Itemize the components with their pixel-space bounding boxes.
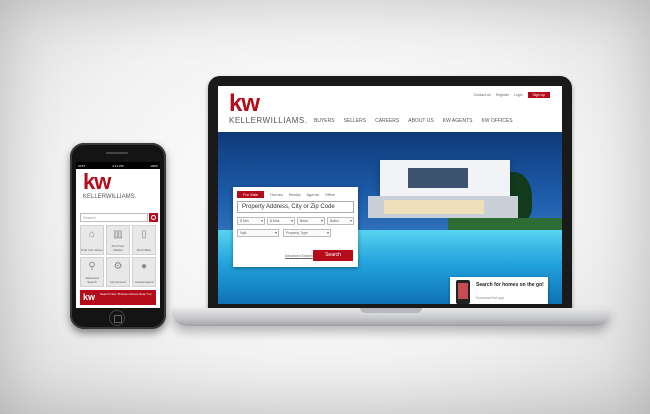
tile-label: Find Office — [136, 247, 152, 252]
tile-label: Find Your Home — [81, 247, 103, 252]
top-link-register[interactable]: Register — [496, 93, 509, 97]
mobile-app-promo[interactable]: Search for homes on the go! Download the… — [450, 277, 548, 304]
tile-find-office[interactable]: ▯ Find Office — [132, 225, 156, 255]
kw-logo[interactable]: kw — [229, 92, 260, 116]
advanced-search-link[interactable]: Advanced Search — [285, 254, 313, 258]
top-links: Contact Us Register Login Sign Up — [474, 92, 550, 98]
property-search-input[interactable]: Property Address, City or Zip Code — [237, 201, 354, 213]
tab-office[interactable]: Office — [325, 192, 335, 197]
top-link-login[interactable]: Login — [514, 93, 523, 97]
tab-for-sale[interactable]: For Sale — [237, 191, 265, 198]
home-button[interactable] — [109, 310, 125, 326]
tile-find-your-home[interactable]: ⌂ Find Your Home — [80, 225, 104, 255]
nav-about-us[interactable]: ABOUT US — [408, 118, 433, 124]
tile-my-account[interactable]: ⚙ My Account — [106, 257, 130, 287]
mobile-menu-grid: ⌂ Find Your Home ▥ Find Your Market ▯ Fi… — [80, 225, 156, 287]
top-link-contact[interactable]: Contact Us — [474, 93, 491, 97]
carrier-label: AT&T — [78, 163, 86, 168]
chat-icon: ● — [140, 261, 148, 272]
phone-icon — [456, 280, 470, 304]
search-button[interactable]: Search — [313, 250, 353, 261]
nav-buyers[interactable]: BUYERS — [314, 118, 335, 124]
tile-advanced-search[interactable]: ⚲ Advanced Search — [80, 257, 104, 287]
laptop-notch — [360, 308, 422, 313]
buildings-icon: ▥ — [113, 229, 123, 240]
search-icon[interactable] — [149, 213, 158, 222]
main-nav: BUYERS SELLERS CAREERS ABOUT US KW AGENT… — [314, 118, 513, 124]
sqft-select[interactable]: Sqft — [237, 229, 279, 237]
property-search-panel: For Sale Homes Rental Agents Office Prop… — [233, 187, 358, 267]
clock-label: 4:12 PM — [112, 163, 124, 168]
site-header: kw KELLERWILLIAMS. Contact Us Register L… — [218, 86, 562, 132]
property-type-select[interactable]: Property Type — [283, 229, 331, 237]
kw-logo: kw — [83, 292, 96, 302]
brand-name: KELLERWILLIAMS. — [229, 116, 308, 125]
tile-label: My Account — [110, 279, 126, 284]
hero-image: For Sale Homes Rental Agents Office Prop… — [218, 132, 562, 304]
gears-icon: ⚙ — [113, 261, 123, 272]
tab-homes[interactable]: Homes — [270, 192, 283, 197]
nav-kw-agents[interactable]: KW AGENTS — [443, 118, 473, 124]
brand-name: KELLERWILLIAMS. — [83, 194, 137, 200]
sign-up-button[interactable]: Sign Up — [527, 92, 550, 98]
tile-label: Find Your Market — [111, 244, 125, 252]
tile-find-your-market[interactable]: ▥ Find Your Market — [106, 225, 130, 255]
phone-screen: AT&T 4:12 PM 100% kw KELLERWILLIAMS. Sea… — [76, 162, 160, 308]
nav-careers[interactable]: CAREERS — [375, 118, 399, 124]
max-price-select[interactable]: $ Max — [267, 217, 295, 225]
search-tabs: For Sale Homes Rental Agents Office — [237, 191, 335, 198]
mobile-search-input[interactable]: Search — [80, 213, 148, 222]
hero-house-glow — [384, 200, 484, 214]
magnifier-icon: ⚲ — [88, 261, 96, 272]
kw-logo: kw — [83, 169, 111, 194]
tile-label: Contact Agent — [134, 279, 154, 284]
min-price-select[interactable]: $ Min — [237, 217, 265, 225]
app-banner[interactable]: kw Search Now. Browse Homes Near You — [80, 290, 156, 305]
tab-agents[interactable]: Agents — [306, 192, 318, 197]
banner-text: Search Now. Browse Homes Near You — [100, 292, 152, 296]
promo-subtitle: Download the app — [476, 296, 505, 300]
promo-title: Search for homes on the go! — [476, 282, 544, 288]
battery-label: 100% — [150, 163, 158, 168]
hero-house-window — [408, 168, 468, 188]
laptop-screen: kw KELLERWILLIAMS. Contact Us Register L… — [218, 86, 562, 304]
tab-rental[interactable]: Rental — [289, 192, 301, 197]
nav-kw-offices[interactable]: KW OFFICES — [481, 118, 512, 124]
status-bar: AT&T 4:12 PM 100% — [76, 162, 160, 169]
tile-contact-agent[interactable]: ● Contact Agent — [132, 257, 156, 287]
beds-select[interactable]: Beds — [297, 217, 325, 225]
baths-select[interactable]: Baths — [327, 217, 354, 225]
nav-sellers[interactable]: SELLERS — [344, 118, 367, 124]
office-icon: ▯ — [141, 229, 147, 240]
phone-speaker — [106, 152, 128, 154]
tile-label: Advanced Search — [85, 276, 99, 284]
home-icon: ⌂ — [88, 229, 96, 240]
